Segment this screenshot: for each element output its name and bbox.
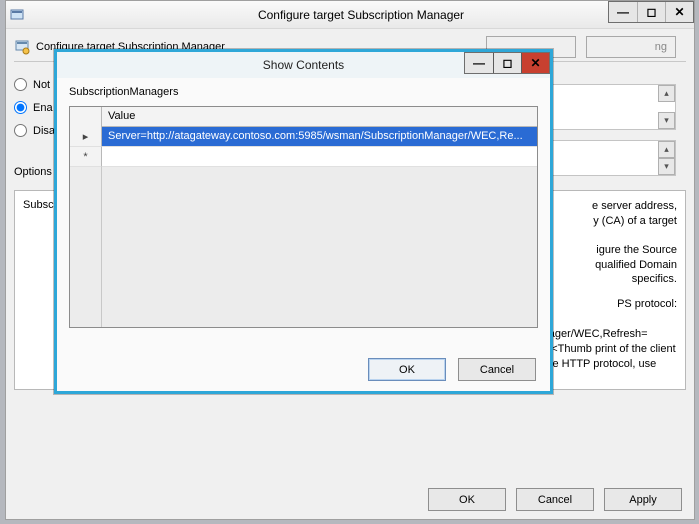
dialog-ok-button[interactable]: OK: [368, 358, 446, 381]
scroll-down-icon[interactable]: ▾: [658, 112, 675, 129]
minimize-button[interactable]: —: [609, 2, 637, 22]
grid-row[interactable]: ▸ Server=http://atagateway.contoso.com:5…: [70, 127, 537, 147]
scroll-up-icon[interactable]: ▴: [658, 85, 675, 102]
policy-icon: [14, 39, 30, 55]
grid-column-header[interactable]: Value: [102, 107, 537, 127]
dialog-window-controls: — ◻ ✕: [464, 52, 550, 74]
maximize-button[interactable]: ◻: [637, 2, 665, 22]
radio-disabled-input[interactable]: [14, 124, 27, 137]
dialog-body: SubscriptionManagers Value ▸ Server=http…: [69, 86, 538, 347]
show-contents-dialog: Show Contents — ◻ ✕ SubscriptionManagers…: [54, 49, 553, 394]
scroll-up-icon[interactable]: ▴: [658, 141, 675, 158]
apply-button[interactable]: Apply: [604, 488, 682, 511]
grid-new-row[interactable]: *: [70, 147, 537, 167]
ok-button[interactable]: OK: [428, 488, 506, 511]
dialog-close-button[interactable]: ✕: [521, 53, 549, 73]
cancel-button[interactable]: Cancel: [516, 488, 594, 511]
next-setting-button[interactable]: ng: [586, 36, 676, 58]
radio-not-configured-label: Not: [33, 79, 50, 91]
dialog-titlebar[interactable]: Show Contents — ◻ ✕: [57, 52, 550, 78]
radio-not-configured-input[interactable]: [14, 78, 27, 91]
row-marker-current-icon: ▸: [70, 127, 102, 147]
radio-enabled-input[interactable]: [14, 101, 27, 114]
main-window-title: Configure target Subscription Manager: [28, 8, 694, 22]
main-titlebar[interactable]: Configure target Subscription Manager — …: [6, 1, 694, 29]
close-button[interactable]: ✕: [665, 2, 693, 22]
grid-cell-value[interactable]: Server=http://atagateway.contoso.com:598…: [102, 127, 537, 147]
grid-label: SubscriptionManagers: [69, 86, 538, 98]
radio-enabled-label: Ena: [33, 102, 53, 114]
grid-cell-empty[interactable]: [102, 147, 537, 167]
main-window-controls: — ◻ ✕: [608, 1, 694, 23]
next-setting-label-tail: ng: [655, 41, 667, 53]
grid-empty-area: [102, 167, 537, 327]
radio-disabled-label: Disa: [33, 125, 55, 137]
row-marker-new-icon: *: [70, 147, 102, 167]
subscription-managers-grid[interactable]: Value ▸ Server=http://atagateway.contoso…: [69, 106, 538, 328]
main-footer: OK Cancel Apply: [428, 488, 682, 511]
app-icon: [6, 8, 28, 22]
dialog-maximize-button[interactable]: ◻: [493, 53, 521, 73]
dialog-footer: OK Cancel: [368, 358, 536, 381]
grid-rowhdr-empty: [70, 167, 102, 327]
dialog-minimize-button[interactable]: —: [465, 53, 493, 73]
dialog-cancel-button[interactable]: Cancel: [458, 358, 536, 381]
